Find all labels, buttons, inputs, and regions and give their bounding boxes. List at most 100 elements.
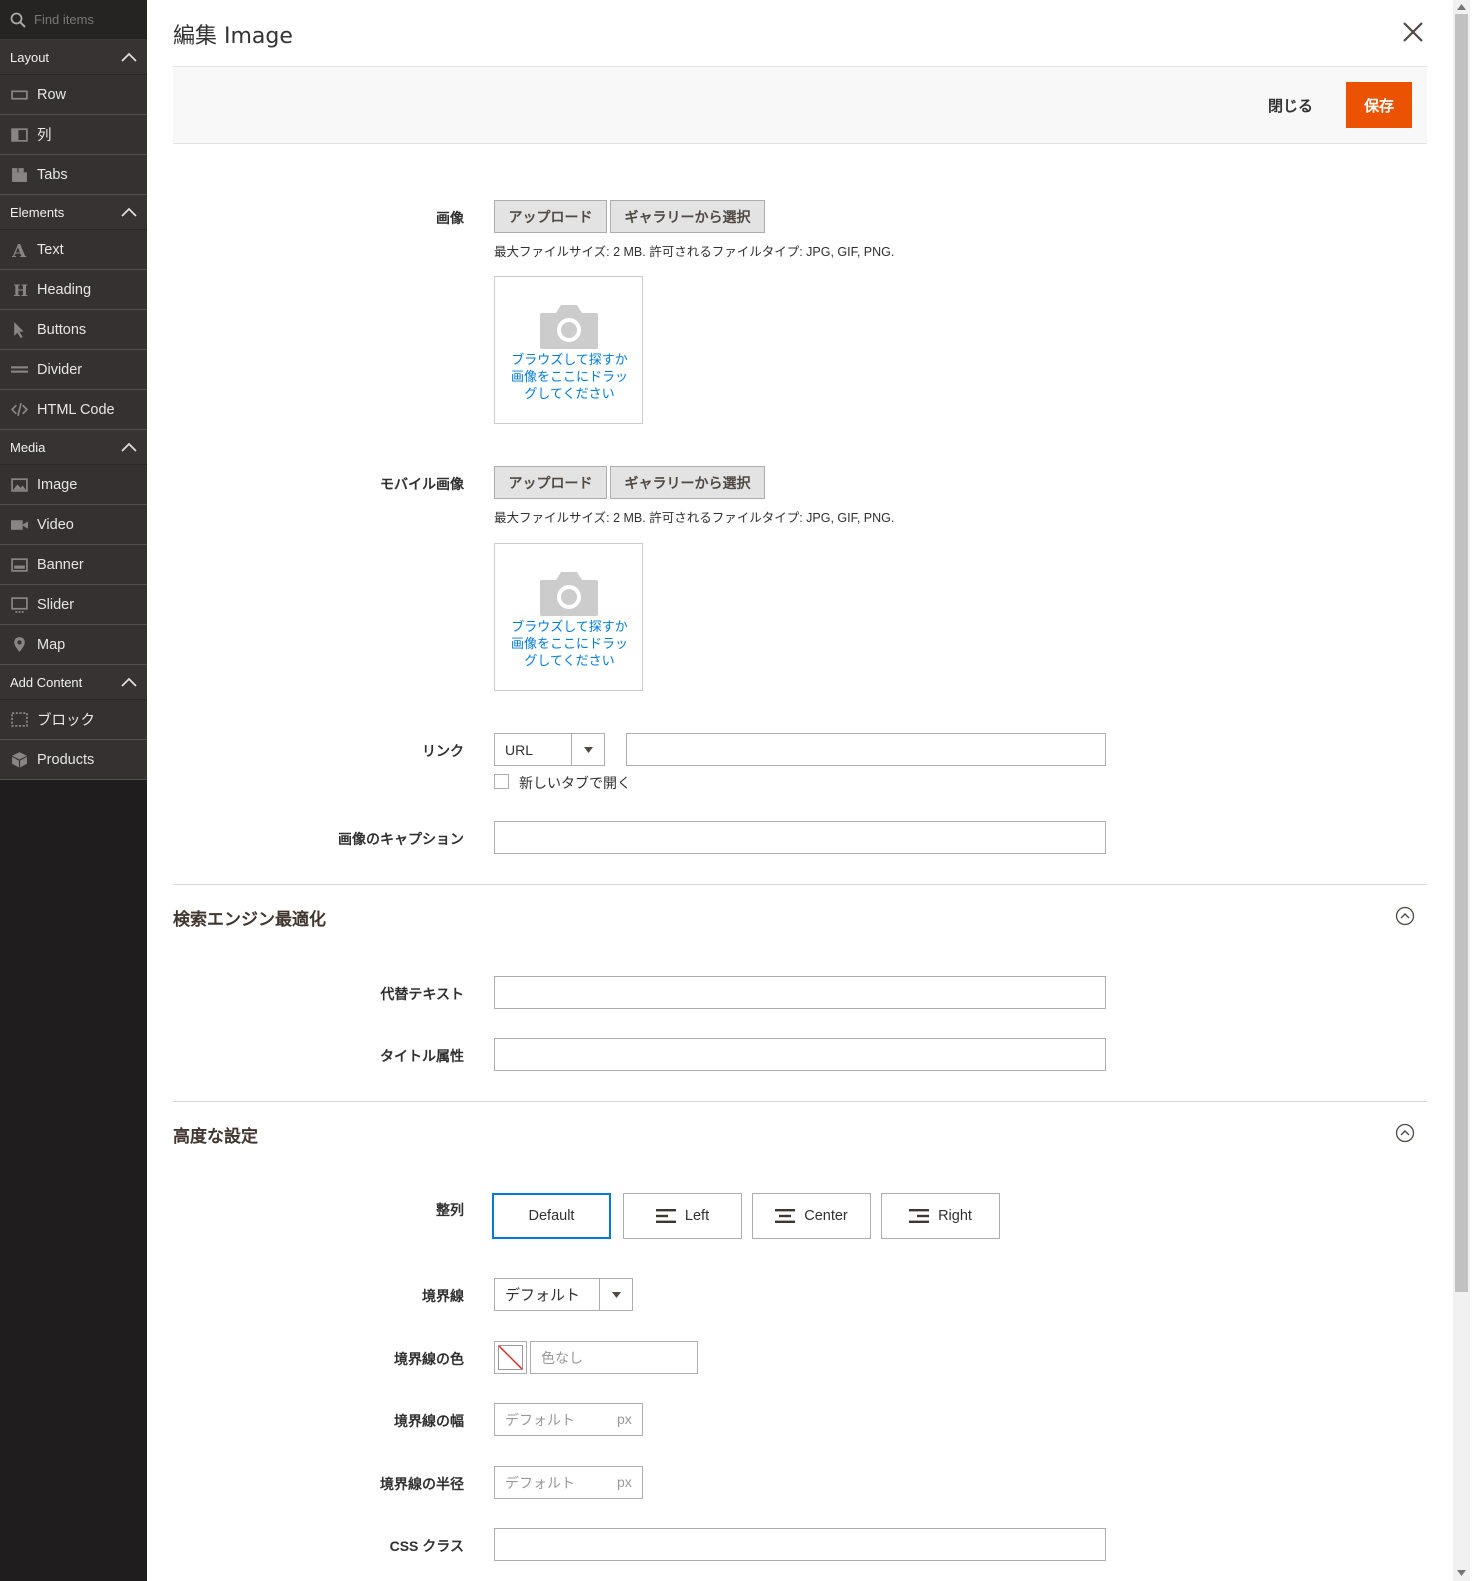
align-right-button[interactable]: Right xyxy=(881,1193,1000,1239)
sidebar-item-map[interactable]: Map xyxy=(0,625,147,665)
new-tab-label: 新しいタブで開く xyxy=(519,775,631,791)
svg-text:A: A xyxy=(11,241,27,258)
map-pin-icon xyxy=(10,636,28,654)
box-icon xyxy=(10,751,28,769)
border-radius-label: 境界線の半径 xyxy=(380,1476,464,1492)
border-radius-placeholder: デフォルト xyxy=(505,1474,575,1491)
image-gallery-button[interactable]: ギャラリーから選択 xyxy=(610,200,765,233)
alt-text-label: 代替テキスト xyxy=(380,986,464,1002)
caption-input[interactable] xyxy=(494,821,1106,854)
image-dropzone[interactable]: ブラウズして探すか画像をここにドラッグしてください xyxy=(494,276,643,424)
group-elements[interactable]: Elements xyxy=(0,195,147,230)
save-button[interactable]: 保存 xyxy=(1346,82,1412,128)
sidebar-item-image[interactable]: Image xyxy=(0,465,147,505)
close-icon[interactable] xyxy=(1399,18,1427,46)
group-title: Layout xyxy=(10,49,50,65)
align-center-label: Center xyxy=(804,1208,848,1224)
new-tab-checkbox[interactable] xyxy=(494,774,509,789)
link-type-value: URL xyxy=(505,741,534,758)
align-center-icon xyxy=(775,1209,796,1223)
sidebar-item-slider[interactable]: Slider xyxy=(0,585,147,625)
heading-icon: H xyxy=(10,281,28,299)
slider-icon xyxy=(10,596,28,614)
chevron-up-icon xyxy=(121,442,137,452)
title-attr-input[interactable] xyxy=(494,1038,1106,1071)
border-color-label: 境界線の色 xyxy=(394,1351,464,1367)
mobile-gallery-button[interactable]: ギャラリーから選択 xyxy=(610,466,765,499)
align-right-label: Right xyxy=(938,1208,972,1224)
sidebar-item-divider[interactable]: Divider xyxy=(0,350,147,390)
css-class-input[interactable] xyxy=(494,1528,1106,1561)
border-select[interactable]: デフォルト xyxy=(494,1278,633,1311)
sidebar-item-banner[interactable]: Banner xyxy=(0,545,147,585)
section-divider xyxy=(173,884,1427,885)
align-default-label: Default xyxy=(528,1208,575,1224)
image-upload-button[interactable]: アップロード xyxy=(494,200,607,233)
sidebar-item-html-code[interactable]: HTML Code xyxy=(0,390,147,430)
border-label: 境界線 xyxy=(422,1288,464,1304)
link-label: リンク xyxy=(422,743,464,759)
sidebar-item-heading[interactable]: H Heading xyxy=(0,270,147,310)
group-add-content[interactable]: Add Content xyxy=(0,665,147,700)
banner-icon xyxy=(10,556,28,574)
mobile-image-dropzone[interactable]: ブラウズして探すか画像をここにドラッグしてください xyxy=(494,543,643,691)
seo-section-title[interactable]: 検索エンジン最適化 xyxy=(173,905,326,930)
chevron-up-icon xyxy=(121,677,137,687)
dropzone-text: ブラウズして探すか画像をここにドラッグしてください xyxy=(510,352,628,401)
align-center-button[interactable]: Center xyxy=(752,1193,871,1239)
close-button[interactable]: 閉じる xyxy=(1268,95,1313,116)
sidebar-item-row[interactable]: Row xyxy=(0,75,147,115)
search-input[interactable] xyxy=(34,12,134,27)
scrollbar[interactable] xyxy=(1453,0,1470,1581)
column-icon xyxy=(10,126,28,144)
camera-icon xyxy=(540,305,598,349)
video-icon xyxy=(10,516,28,534)
align-left-icon xyxy=(655,1209,676,1223)
group-layout[interactable]: Layout xyxy=(0,40,147,75)
border-value: デフォルト xyxy=(505,1287,581,1304)
link-type-select[interactable]: URL xyxy=(494,733,605,766)
no-color-icon xyxy=(498,1345,523,1370)
scrollbar-thumb[interactable] xyxy=(1455,14,1468,1292)
chevron-up-icon xyxy=(121,52,137,62)
mobile-image-label: モバイル画像 xyxy=(380,476,464,492)
modal-title: 編集 Image xyxy=(173,24,293,49)
border-color-placeholder: 色なし xyxy=(541,1349,583,1366)
align-left-button[interactable]: Left xyxy=(623,1193,742,1239)
collapse-icon[interactable] xyxy=(1395,1123,1415,1143)
sidebar-item-video[interactable]: Video xyxy=(0,505,147,545)
row-icon xyxy=(10,86,28,104)
pointer-icon xyxy=(10,321,28,339)
align-default-button[interactable]: Default xyxy=(492,1193,611,1239)
group-title: Add Content xyxy=(10,674,83,690)
sidebar-item-block[interactable]: ブロック xyxy=(0,700,147,740)
sidebar: Layout Row 列 Tabs Elements A Text H Head… xyxy=(0,0,147,1581)
mobile-upload-button[interactable]: アップロード xyxy=(494,466,607,499)
sidebar-item-buttons[interactable]: Buttons xyxy=(0,310,147,350)
align-right-icon xyxy=(909,1209,930,1223)
sidebar-item-text[interactable]: A Text xyxy=(0,230,147,270)
group-media[interactable]: Media xyxy=(0,430,147,465)
border-width-label: 境界線の幅 xyxy=(394,1413,464,1429)
sidebar-item-products[interactable]: Products xyxy=(0,740,147,780)
border-color-input[interactable]: 色なし xyxy=(530,1341,698,1374)
dropdown-arrow-icon xyxy=(571,734,604,765)
css-class-label: CSS クラス xyxy=(389,1538,464,1554)
sidebar-item-tabs[interactable]: Tabs xyxy=(0,155,147,195)
image-icon xyxy=(10,476,28,494)
group-title: Elements xyxy=(10,204,65,220)
scroll-down-icon[interactable] xyxy=(1457,1570,1466,1576)
image-file-note: 最大ファイルサイズ: 2 MB. 許可されるファイルタイプ: JPG, GIF,… xyxy=(494,245,895,259)
border-width-placeholder: デフォルト xyxy=(505,1411,575,1428)
dropdown-arrow-icon xyxy=(599,1279,632,1310)
tabs-icon xyxy=(10,166,28,184)
sidebar-item-column[interactable]: 列 xyxy=(0,115,147,155)
color-swatch[interactable] xyxy=(494,1341,527,1374)
alt-text-input[interactable] xyxy=(494,976,1106,1009)
collapse-icon[interactable] xyxy=(1395,906,1415,926)
unit-px: px xyxy=(617,1474,632,1490)
scroll-up-icon[interactable] xyxy=(1457,4,1466,10)
advanced-section-title[interactable]: 高度な設定 xyxy=(173,1122,258,1147)
title-attr-label: タイトル属性 xyxy=(380,1048,464,1064)
link-url-input[interactable] xyxy=(626,733,1106,766)
